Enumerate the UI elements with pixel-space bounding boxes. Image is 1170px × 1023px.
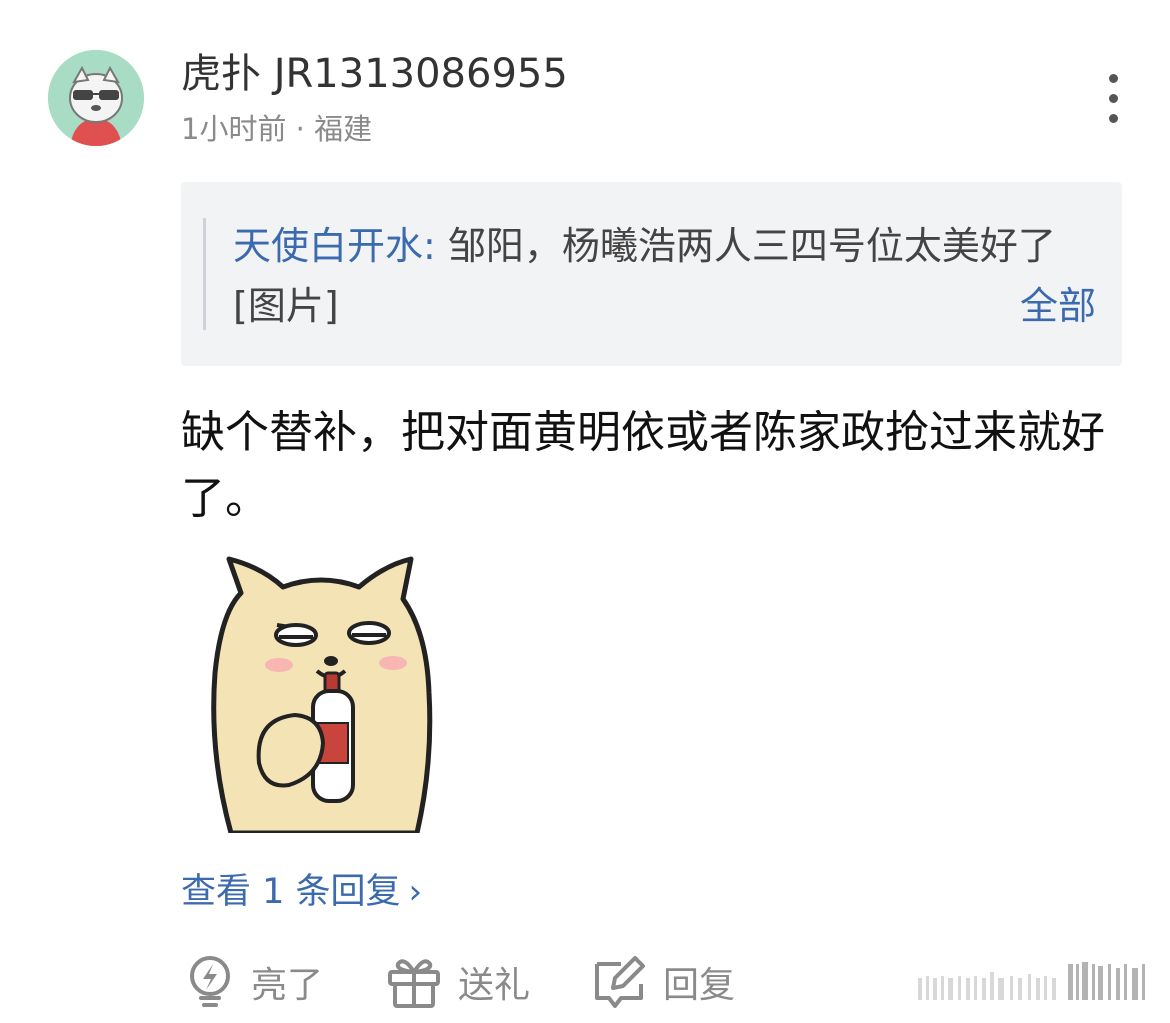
quote-author[interactable]: 天使白开水: <box>233 224 436 268</box>
gift-button[interactable]: 送礼 <box>386 952 530 1012</box>
username[interactable]: 虎扑 JR1313086955 <box>181 50 568 98</box>
meta-separator: · <box>295 112 305 146</box>
quoted-comment[interactable]: 天使白开水: 邹阳，杨曦浩两人三四号位太美好了[图片] 全部 <box>181 182 1122 366</box>
more-options-icon[interactable] <box>1096 70 1132 126</box>
chevron-right-icon: › <box>408 872 423 912</box>
reply-button[interactable]: 回复 <box>591 952 735 1012</box>
comment-body: 缺个替补，把对面黄明依或者陈家政抢过来就好了。 <box>181 407 1105 524</box>
quote-bar <box>203 218 206 330</box>
like-label: 亮了 <box>251 965 324 1006</box>
reply-edit-icon <box>591 954 647 1010</box>
like-button[interactable]: 亮了 <box>185 952 323 1012</box>
comment-time: 1小时前 <box>181 112 287 146</box>
gift-label: 送礼 <box>458 965 531 1006</box>
quote-expand-link[interactable]: 全部 <box>1020 276 1096 336</box>
quote-text-block: 天使白开水: 邹阳，杨曦浩两人三四号位太美好了[图片] <box>233 216 1099 336</box>
barcode-watermark <box>912 960 1152 1004</box>
comment-location: 福建 <box>314 112 373 146</box>
reply-label: 回复 <box>663 965 736 1006</box>
user-avatar[interactable] <box>48 50 144 146</box>
view-replies-link[interactable]: 查看 1 条回复 › <box>181 868 422 916</box>
view-replies-label: 查看 1 条回复 <box>181 872 401 912</box>
lightbulb-icon <box>185 954 235 1010</box>
gift-icon <box>386 954 442 1010</box>
comment-meta: 1小时前 · 福建 <box>181 110 372 148</box>
sticker-image[interactable] <box>181 553 457 836</box>
